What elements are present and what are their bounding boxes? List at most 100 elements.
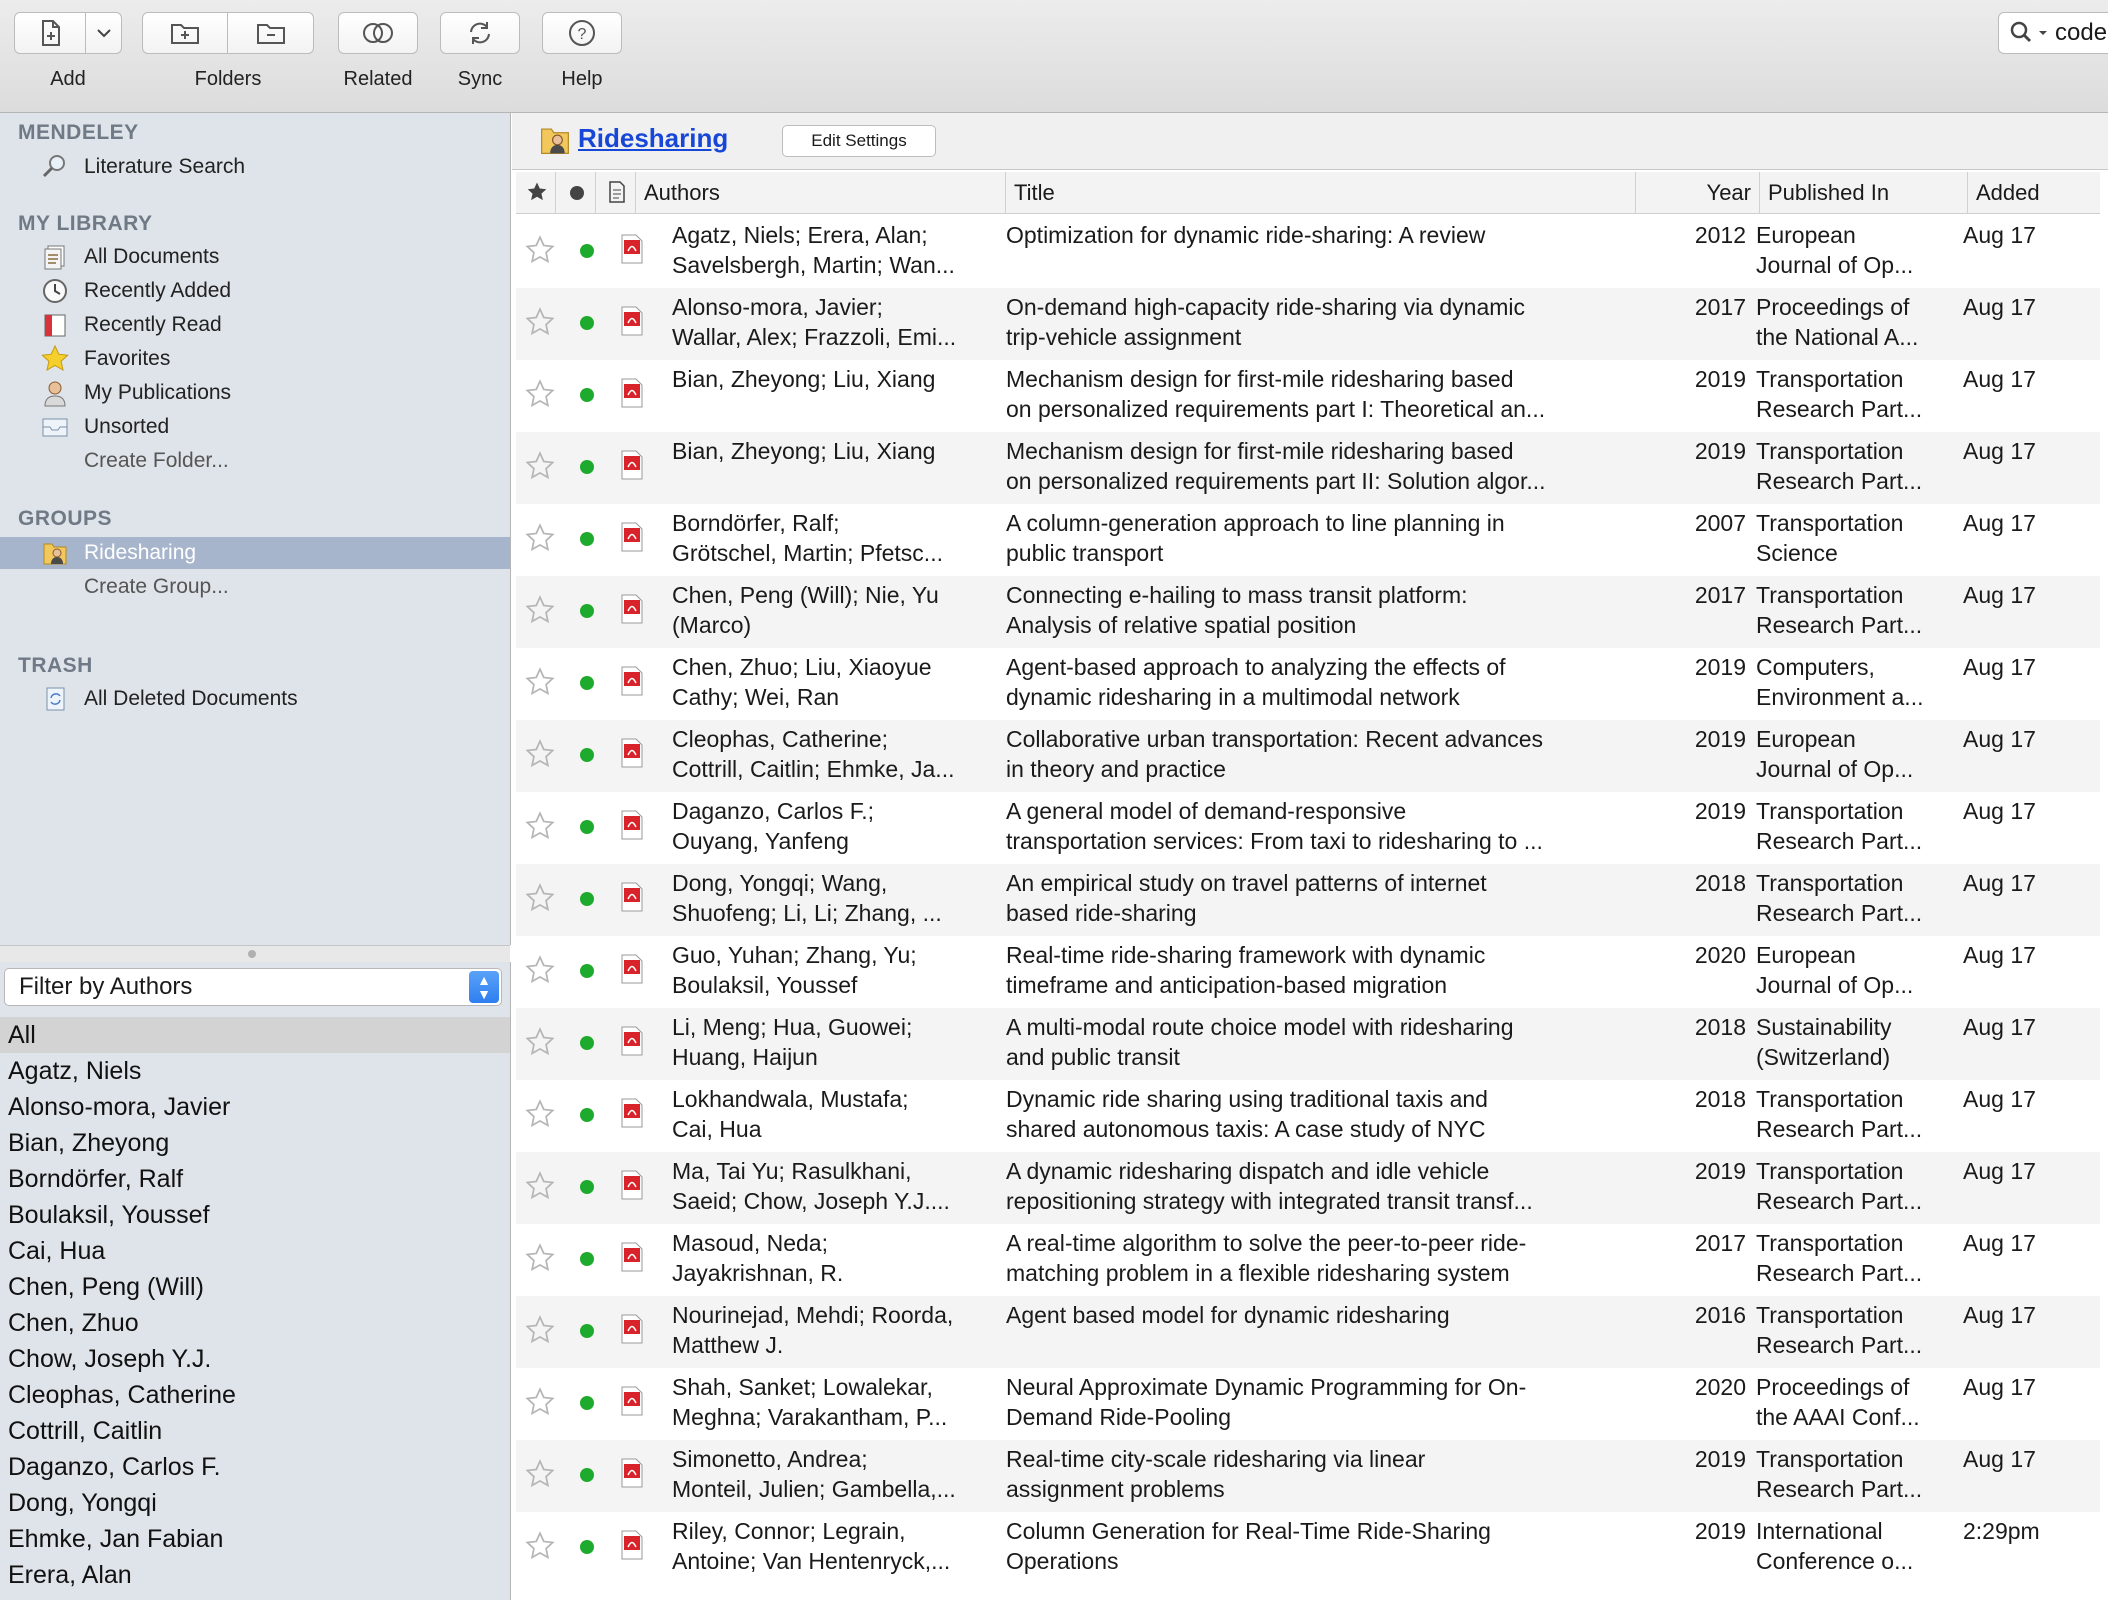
unread-dot-icon[interactable] — [580, 388, 594, 402]
edit-settings-button[interactable]: Edit Settings — [782, 125, 936, 157]
unread-dot-icon[interactable] — [580, 964, 594, 978]
table-row[interactable]: Borndörfer, Ralf; Grötschel, Martin; Pfe… — [516, 504, 2100, 576]
table-row[interactable]: Simonetto, Andrea; Monteil, Julien; Gamb… — [516, 1440, 2100, 1512]
table-row[interactable]: Cleophas, Catherine; Cottrill, Caitlin; … — [516, 720, 2100, 792]
author-filter-item[interactable]: Cottrill, Caitlin — [0, 1413, 510, 1449]
unread-dot-icon[interactable] — [580, 604, 594, 618]
pdf-icon[interactable] — [620, 1170, 644, 1200]
year-column-header[interactable]: Year — [1636, 172, 1760, 213]
added-column-header[interactable]: Added — [1968, 172, 2100, 213]
author-filter-item[interactable]: Dong, Yongqi — [0, 1485, 510, 1521]
pdf-icon[interactable] — [620, 450, 644, 480]
pdf-icon[interactable] — [620, 234, 644, 264]
author-filter-item[interactable]: Erera, Alan — [0, 1557, 510, 1593]
star-outline-icon[interactable] — [524, 1170, 556, 1202]
read-status-column-header[interactable] — [556, 172, 596, 213]
unread-dot-icon[interactable] — [580, 1396, 594, 1410]
authors-column-header[interactable]: Authors — [636, 172, 1006, 213]
pdf-icon[interactable] — [620, 1530, 644, 1560]
add-dropdown-button[interactable] — [86, 12, 122, 54]
star-outline-icon[interactable] — [524, 810, 556, 842]
author-filter-item[interactable]: All — [0, 1017, 510, 1053]
sidebar-item-create-folder[interactable]: Create Folder... — [0, 445, 510, 477]
star-outline-icon[interactable] — [524, 234, 556, 266]
star-outline-icon[interactable] — [524, 1530, 556, 1562]
pdf-icon[interactable] — [620, 522, 644, 552]
favorite-column-header[interactable] — [516, 172, 556, 213]
star-outline-icon[interactable] — [524, 1314, 556, 1346]
table-row[interactable]: Li, Meng; Hua, Guowei; Huang, Haijun A mu… — [516, 1008, 2100, 1080]
sidebar-splitter[interactable] — [0, 945, 510, 963]
author-filter-item[interactable]: Chow, Joseph Y.J. — [0, 1341, 510, 1377]
pdf-icon[interactable] — [620, 954, 644, 984]
table-row[interactable]: Chen, Peng (Will); Nie, Yu (Marco) Connec… — [516, 576, 2100, 648]
star-outline-icon[interactable] — [524, 306, 556, 338]
unread-dot-icon[interactable] — [580, 1036, 594, 1050]
unread-dot-icon[interactable] — [580, 460, 594, 474]
new-folder-button[interactable] — [142, 12, 228, 54]
unread-dot-icon[interactable] — [580, 1180, 594, 1194]
pdf-icon[interactable] — [620, 1458, 644, 1488]
author-filter-item[interactable]: Bian, Zheyong — [0, 1125, 510, 1161]
pdf-icon[interactable] — [620, 1386, 644, 1416]
pdf-icon[interactable] — [620, 738, 644, 768]
star-outline-icon[interactable] — [524, 738, 556, 770]
sidebar-item-recently-added[interactable]: Recently Added — [0, 275, 510, 307]
pdf-icon[interactable] — [620, 810, 644, 840]
sidebar-item-all-deleted-documents[interactable]: All Deleted Documents — [0, 683, 510, 715]
unread-dot-icon[interactable] — [580, 892, 594, 906]
group-title-link[interactable]: Ridesharing — [578, 123, 728, 154]
star-outline-icon[interactable] — [524, 1098, 556, 1130]
pdf-icon[interactable] — [620, 378, 644, 408]
pdf-icon[interactable] — [620, 882, 644, 912]
star-outline-icon[interactable] — [524, 882, 556, 914]
add-document-button[interactable] — [14, 12, 86, 54]
author-filter-item[interactable]: Chen, Peng (Will) — [0, 1269, 510, 1305]
unread-dot-icon[interactable] — [580, 532, 594, 546]
pdf-icon[interactable] — [620, 594, 644, 624]
remove-folder-button[interactable] — [228, 12, 314, 54]
star-outline-icon[interactable] — [524, 522, 556, 554]
pdf-icon[interactable] — [620, 666, 644, 696]
unread-dot-icon[interactable] — [580, 748, 594, 762]
author-filter-item[interactable]: Ehmke, Jan Fabian — [0, 1521, 510, 1557]
author-filter-item[interactable]: Alonso-mora, Javier — [0, 1089, 510, 1125]
star-outline-icon[interactable] — [524, 954, 556, 986]
sidebar-item-my-publications[interactable]: My Publications — [0, 377, 510, 409]
sidebar-item-all-documents[interactable]: All Documents — [0, 241, 510, 273]
sidebar-item-favorites[interactable]: Favorites — [0, 343, 510, 375]
table-row[interactable]: Bian, Zheyong; Liu, Xiang Mechanism desig… — [516, 360, 2100, 432]
pdf-icon[interactable] — [620, 1026, 644, 1056]
help-button[interactable]: ? — [542, 12, 622, 54]
star-outline-icon[interactable] — [524, 1242, 556, 1274]
table-row[interactable]: Bian, Zheyong; Liu, Xiang Mechanism desig… — [516, 432, 2100, 504]
author-filter-item[interactable]: Daganzo, Carlos F. — [0, 1449, 510, 1485]
published-in-column-header[interactable]: Published In — [1760, 172, 1968, 213]
unread-dot-icon[interactable] — [580, 1108, 594, 1122]
unread-dot-icon[interactable] — [580, 316, 594, 330]
star-outline-icon[interactable] — [524, 666, 556, 698]
table-row[interactable]: Shah, Sanket; Lowalekar, Meghna; Varakan… — [516, 1368, 2100, 1440]
star-outline-icon[interactable] — [524, 378, 556, 410]
table-row[interactable]: Nourinejad, Mehdi; Roorda, Matthew J. Age… — [516, 1296, 2100, 1368]
table-row[interactable]: Dong, Yongqi; Wang, Shuofeng; Li, Li; Zh… — [516, 864, 2100, 936]
file-column-header[interactable] — [596, 172, 636, 213]
sidebar-item-ridesharing[interactable]: Ridesharing — [0, 537, 510, 569]
unread-dot-icon[interactable] — [580, 820, 594, 834]
table-row[interactable]: Lokhandwala, Mustafa; Cai, Hua Dynamic ri… — [516, 1080, 2100, 1152]
sidebar-item-literature-search[interactable]: Literature Search — [0, 151, 510, 183]
table-row[interactable]: Chen, Zhuo; Liu, Xiaoyue Cathy; Wei, Ran… — [516, 648, 2100, 720]
pdf-icon[interactable] — [620, 1098, 644, 1128]
table-row[interactable]: Agatz, Niels; Erera, Alan; Savelsbergh, … — [516, 216, 2100, 288]
search-input[interactable]: code — [1998, 12, 2108, 54]
table-row[interactable]: Daganzo, Carlos F.; Ouyang, Yanfeng A gen… — [516, 792, 2100, 864]
pdf-icon[interactable] — [620, 306, 644, 336]
star-outline-icon[interactable] — [524, 1026, 556, 1058]
sidebar-item-unsorted[interactable]: Unsorted — [0, 411, 510, 443]
related-button[interactable] — [338, 12, 418, 54]
star-outline-icon[interactable] — [524, 1386, 556, 1418]
splitter-handle[interactable] — [248, 950, 256, 958]
unread-dot-icon[interactable] — [580, 1252, 594, 1266]
table-row[interactable]: Masoud, Neda; Jayakrishnan, R. A real-tim… — [516, 1224, 2100, 1296]
author-filter-item[interactable]: Cleophas, Catherine — [0, 1377, 510, 1413]
